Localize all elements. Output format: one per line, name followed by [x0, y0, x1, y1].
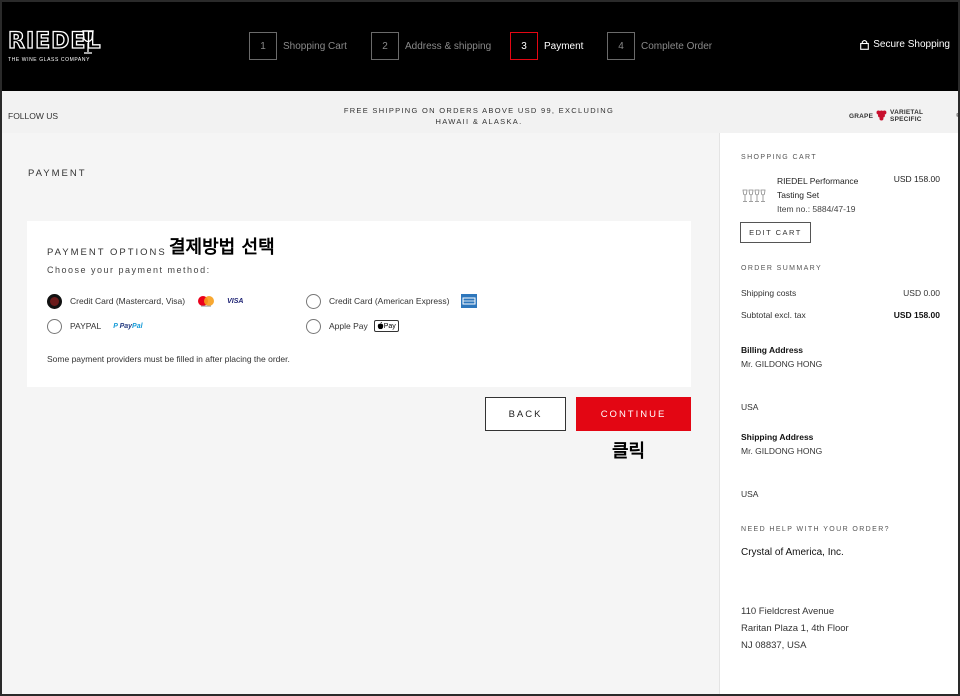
- annotation-select-method: 결제방법 선택: [169, 237, 275, 258]
- announcement-bar: FOLLOW US FREE SHIPPING ON ORDERS ABOVE …: [0, 91, 960, 133]
- payment-main: PAYMENT PAYMENT OPTIONS 결제방법 선택 Choose y…: [0, 133, 719, 696]
- help-heading: NEED HELP WITH YOUR ORDER?: [741, 526, 890, 533]
- step-complete-order: 4 Complete Order: [607, 32, 712, 60]
- shopping-cart-heading: SHOPPING CART: [741, 154, 818, 161]
- shipping-country: USA: [741, 489, 759, 499]
- option-apple-pay[interactable]: Apple Pay Pay: [306, 318, 399, 334]
- grape-varietal-logo: GRAPE VARIETAL SPECIFIC ®: [849, 109, 960, 123]
- step-number: 1: [249, 32, 277, 60]
- product-price: USD 158.00: [893, 174, 940, 184]
- free-shipping-banner: FREE SHIPPING ON ORDERS ABOVE USD 99, EX…: [343, 106, 615, 126]
- riedel-logo[interactable]: RIEDEL THE WINE GLASS COMPANY: [7, 29, 101, 63]
- option-label: Credit Card (American Express): [329, 296, 450, 306]
- billing-address-title: Billing Address: [741, 345, 804, 355]
- grape-icon: [876, 110, 887, 121]
- payment-options-heading: PAYMENT OPTIONS: [47, 247, 167, 258]
- order-sidebar: SHOPPING CART RIEDEL Performance Tasting…: [719, 133, 960, 696]
- shipping-name: Mr. GILDONG HONG: [741, 446, 823, 456]
- continue-button[interactable]: CONTINUE: [576, 397, 691, 431]
- amex-icon: [461, 294, 478, 308]
- address-line: NJ 08837, USA: [741, 640, 807, 651]
- help-company-name: Crystal of America, Inc.: [741, 547, 844, 558]
- step-payment: 3 Payment: [510, 32, 583, 60]
- visa-icon: VISA: [227, 297, 244, 305]
- product-item-number: Item no.: 5884/47-19: [777, 204, 856, 214]
- step-address-shipping[interactable]: 2 Address & shipping: [371, 32, 491, 60]
- secure-shopping-label: Secure Shopping: [873, 39, 950, 50]
- annotation-click: 클릭: [612, 441, 646, 462]
- step-number: 2: [371, 32, 399, 60]
- step-label: Address & shipping: [405, 40, 492, 52]
- site-header: RIEDEL THE WINE GLASS COMPANY 1 Shopping…: [0, 0, 960, 91]
- billing-name: Mr. GILDONG HONG: [741, 359, 823, 369]
- paypal-logo-b: Pal: [132, 322, 143, 330]
- address-line: Raritan Plaza 1, 4th Floor: [741, 623, 849, 634]
- step-label: Shopping Cart: [283, 40, 347, 52]
- step-number: 3: [510, 32, 538, 60]
- subtotal-value: USD 158.00: [893, 310, 940, 320]
- registered-mark: ®: [956, 113, 960, 119]
- paypal-logo-a: Pay: [119, 322, 133, 330]
- subtotal-row: Subtotal excl. tax USD 158.00: [741, 310, 940, 320]
- apple-pay-text: Pay: [383, 322, 396, 330]
- step-number: 4: [607, 32, 635, 60]
- option-label: Credit Card (Mastercard, Visa): [70, 296, 186, 306]
- choose-method-text: Choose your payment method:: [47, 265, 211, 275]
- shipping-costs-label: Shipping costs: [741, 288, 797, 298]
- paypal-icon: P PayPal: [113, 323, 142, 330]
- radio-button[interactable]: [47, 318, 62, 334]
- radio-button[interactable]: [306, 293, 321, 309]
- edit-cart-button[interactable]: EDIT CART: [740, 222, 811, 243]
- apple-icon: [377, 322, 383, 330]
- radio-button[interactable]: [306, 318, 321, 334]
- payment-options-panel: PAYMENT OPTIONS 결제방법 선택 Choose your paym…: [27, 221, 691, 387]
- paypal-p-icon: P: [113, 322, 118, 330]
- shipping-address-title: Shipping Address: [741, 432, 814, 442]
- address-line: 110 Fieldcrest Avenue: [741, 606, 835, 617]
- grape-label: GRAPE: [849, 112, 874, 120]
- product-name: RIEDEL Performance Tasting Set: [777, 176, 859, 200]
- radio-button-checked[interactable]: [47, 293, 62, 309]
- option-paypal[interactable]: PAYPAL P PayPal: [47, 318, 143, 334]
- subtotal-label: Subtotal excl. tax: [741, 310, 806, 320]
- lock-icon: [860, 39, 870, 50]
- page-title: PAYMENT: [28, 168, 87, 179]
- order-summary-heading: ORDER SUMMARY: [741, 265, 823, 272]
- shipping-costs-value: USD 0.00: [903, 288, 940, 298]
- shipping-costs-row: Shipping costs USD 0.00: [741, 288, 940, 298]
- varietal-label: VARIETAL SPECIFIC: [890, 109, 924, 123]
- follow-us-link[interactable]: FOLLOW US: [8, 111, 58, 121]
- step-shopping-cart[interactable]: 1 Shopping Cart: [249, 32, 347, 60]
- step-label: Complete Order: [641, 40, 713, 52]
- option-label: Apple Pay: [329, 321, 368, 331]
- payment-note: Some payment providers must be filled in…: [47, 354, 290, 364]
- option-credit-card-mc-visa[interactable]: Credit Card (Mastercard, Visa) VISA: [47, 293, 243, 309]
- apple-pay-icon: Pay: [373, 320, 399, 332]
- billing-country: USA: [741, 402, 759, 412]
- option-label: PAYPAL: [70, 321, 102, 331]
- secure-shopping: Secure Shopping: [860, 39, 950, 50]
- wine-glass-icon: [82, 30, 94, 54]
- product-thumbnail: [742, 189, 766, 202]
- mastercard-icon: [197, 295, 215, 307]
- option-credit-card-amex[interactable]: Credit Card (American Express): [306, 293, 478, 309]
- logo-tagline: THE WINE GLASS COMPANY: [8, 57, 91, 63]
- step-label: Payment: [544, 40, 584, 52]
- help-address: 110 Fieldcrest Avenue Raritan Plaza 1, 4…: [741, 603, 849, 654]
- back-button[interactable]: BACK: [485, 397, 566, 431]
